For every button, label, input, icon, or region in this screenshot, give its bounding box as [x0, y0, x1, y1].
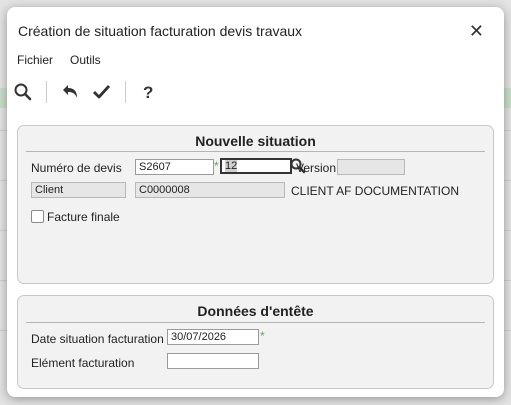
close-button[interactable]: ✕: [469, 22, 484, 40]
panel-title: Données d'entête: [197, 303, 314, 319]
facture-finale-label[interactable]: Facture finale: [47, 210, 120, 224]
panel-title: Nouvelle situation: [195, 133, 316, 149]
element-facturation-label: Elément facturation: [31, 356, 135, 370]
client-button-field[interactable]: Client: [31, 182, 126, 198]
date-situation-field[interactable]: 30/07/2026: [167, 329, 259, 345]
close-icon[interactable]: ✕: [469, 21, 484, 41]
divider: [26, 322, 485, 323]
client-code-field[interactable]: C0000008: [135, 182, 285, 198]
check-icon[interactable]: [91, 81, 113, 103]
dialog-window: Création de situation facturation devis …: [7, 7, 504, 397]
numero-situation-field[interactable]: 12: [220, 158, 292, 174]
divider: [26, 151, 485, 152]
panel-donnees-entete: Données d'entête Date situation facturat…: [17, 295, 494, 389]
facture-finale-checkbox[interactable]: [31, 210, 44, 223]
panel-nouvelle-situation: Nouvelle situation Numéro de devis S2607…: [17, 125, 494, 284]
toolbar-separator: [125, 81, 126, 103]
search-icon[interactable]: [12, 81, 34, 103]
dialog-title: Création de situation facturation devis …: [18, 23, 303, 39]
required-marker: *: [260, 329, 265, 343]
numero-devis-label: Numéro de devis: [31, 161, 122, 175]
version-field[interactable]: [337, 159, 405, 175]
numero-devis-field[interactable]: S2607: [135, 159, 214, 175]
client-name: CLIENT AF DOCUMENTATION: [291, 184, 460, 198]
toolbar-separator: [46, 81, 47, 103]
version-label: Version: [296, 161, 337, 175]
help-icon[interactable]: ?: [138, 81, 160, 103]
required-marker: *: [214, 159, 219, 173]
date-situation-label: Date situation facturation: [31, 332, 164, 346]
undo-icon[interactable]: [59, 81, 81, 103]
menu-fichier[interactable]: Fichier: [17, 53, 53, 67]
menu-outils[interactable]: Outils: [70, 53, 101, 67]
selected-text: 12: [225, 160, 238, 172]
element-facturation-field[interactable]: [167, 353, 259, 369]
svg-text:?: ?: [143, 83, 153, 102]
